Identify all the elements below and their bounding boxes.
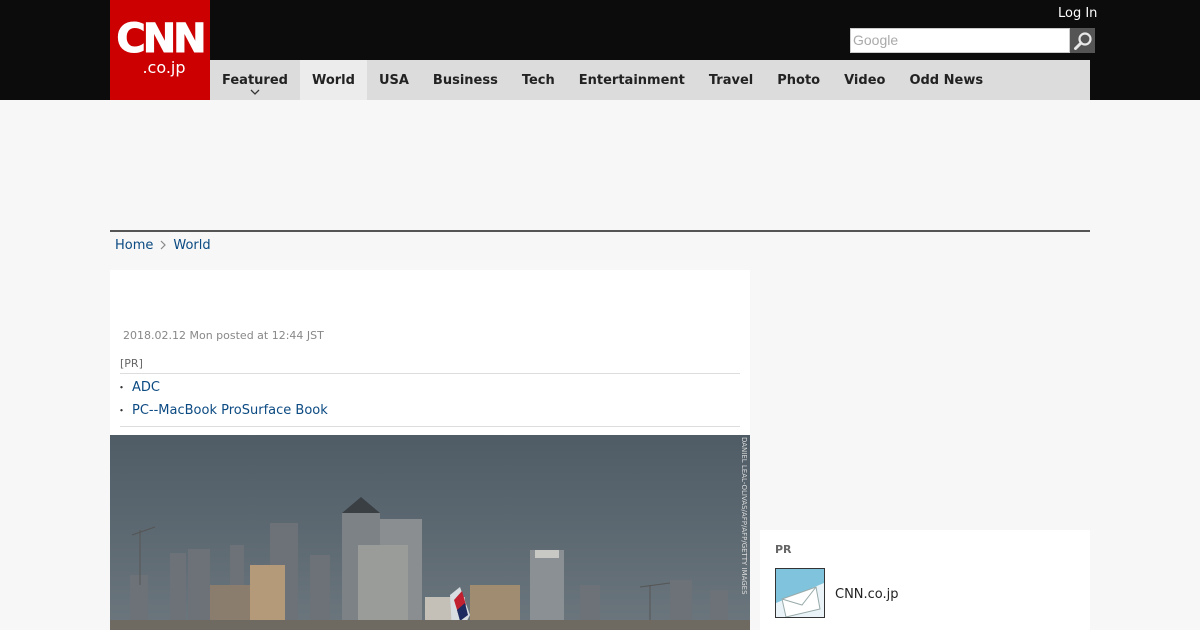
nav-item-label: Video [844,72,886,88]
nav-item-featured[interactable]: Featured [210,60,300,100]
nav-item-label: World [311,72,355,88]
nav-item-label: USA [378,72,409,88]
nav-item-photo[interactable]: Photo [765,60,832,100]
breadcrumb-home-link[interactable]: Home [115,238,153,253]
cnn-logo[interactable]: CNN .co.jp [110,0,210,100]
pr-label: [PR] [120,356,740,374]
london-skyline-image [110,435,750,630]
pr-link-list: ADC PC--MacBook ProSurface Book [116,374,740,427]
nav-item-world[interactable]: World [299,60,367,100]
nav-item-label: Odd News [909,72,984,88]
nav-item-video[interactable]: Video [832,60,897,100]
nav-item-tech[interactable]: Tech [510,60,567,100]
pr-thumbnail[interactable] [775,568,825,618]
main-nav: Featured World USA Business Tech Enterta… [210,60,1090,100]
breadcrumb: Home World [115,238,211,253]
nav-item-label: Tech [521,72,555,88]
nav-item-label: Business [432,72,498,88]
pr-links-block: [PR] ADC PC--MacBook ProSurface Book [116,356,740,427]
sidebar-pr-box: PR CNN.co.jp [760,530,1090,630]
article-photo: DANIEL LEAL-OLIVAS/AFP/AFP/GETTY IMAGES [110,435,750,630]
chevron-right-icon [160,239,167,253]
nav-item-business[interactable]: Business [421,60,510,100]
search-button[interactable] [1070,28,1095,53]
nav-item-label: Featured [222,72,288,88]
pr-item-link[interactable]: CNN.co.jp [835,587,899,602]
chevron-down-icon [250,88,260,98]
article-card: 2018.02.12 Mon posted at 12:44 JST [PR] … [110,270,750,630]
nav-item-label: Entertainment [578,72,685,88]
pr-link-adc[interactable]: ADC [116,376,740,399]
nav-item-usa[interactable]: USA [367,60,421,100]
post-timestamp: 2018.02.12 Mon posted at 12:44 JST [123,329,324,342]
logo-sub-text: .co.jp [142,58,186,77]
search-input[interactable]: Google [850,28,1070,53]
search-icon [1073,31,1092,50]
nav-item-odd-news[interactable]: Odd News [897,60,995,100]
login-link[interactable]: Log In [1058,6,1097,21]
photo-credit: DANIEL LEAL-OLIVAS/AFP/AFP/GETTY IMAGES [740,437,748,595]
logo-main-text: CNN [116,16,207,62]
nav-item-entertainment[interactable]: Entertainment [567,60,697,100]
nav-item-label: Travel [708,72,754,88]
breadcrumb-world-link[interactable]: World [173,238,210,253]
section-divider [110,230,1090,232]
envelope-icon [776,569,824,617]
sidebar-pr-label: PR [775,543,792,556]
pr-link-pc[interactable]: PC--MacBook ProSurface Book [116,399,740,422]
nav-item-label: Photo [777,72,821,88]
nav-item-travel[interactable]: Travel [697,60,765,100]
